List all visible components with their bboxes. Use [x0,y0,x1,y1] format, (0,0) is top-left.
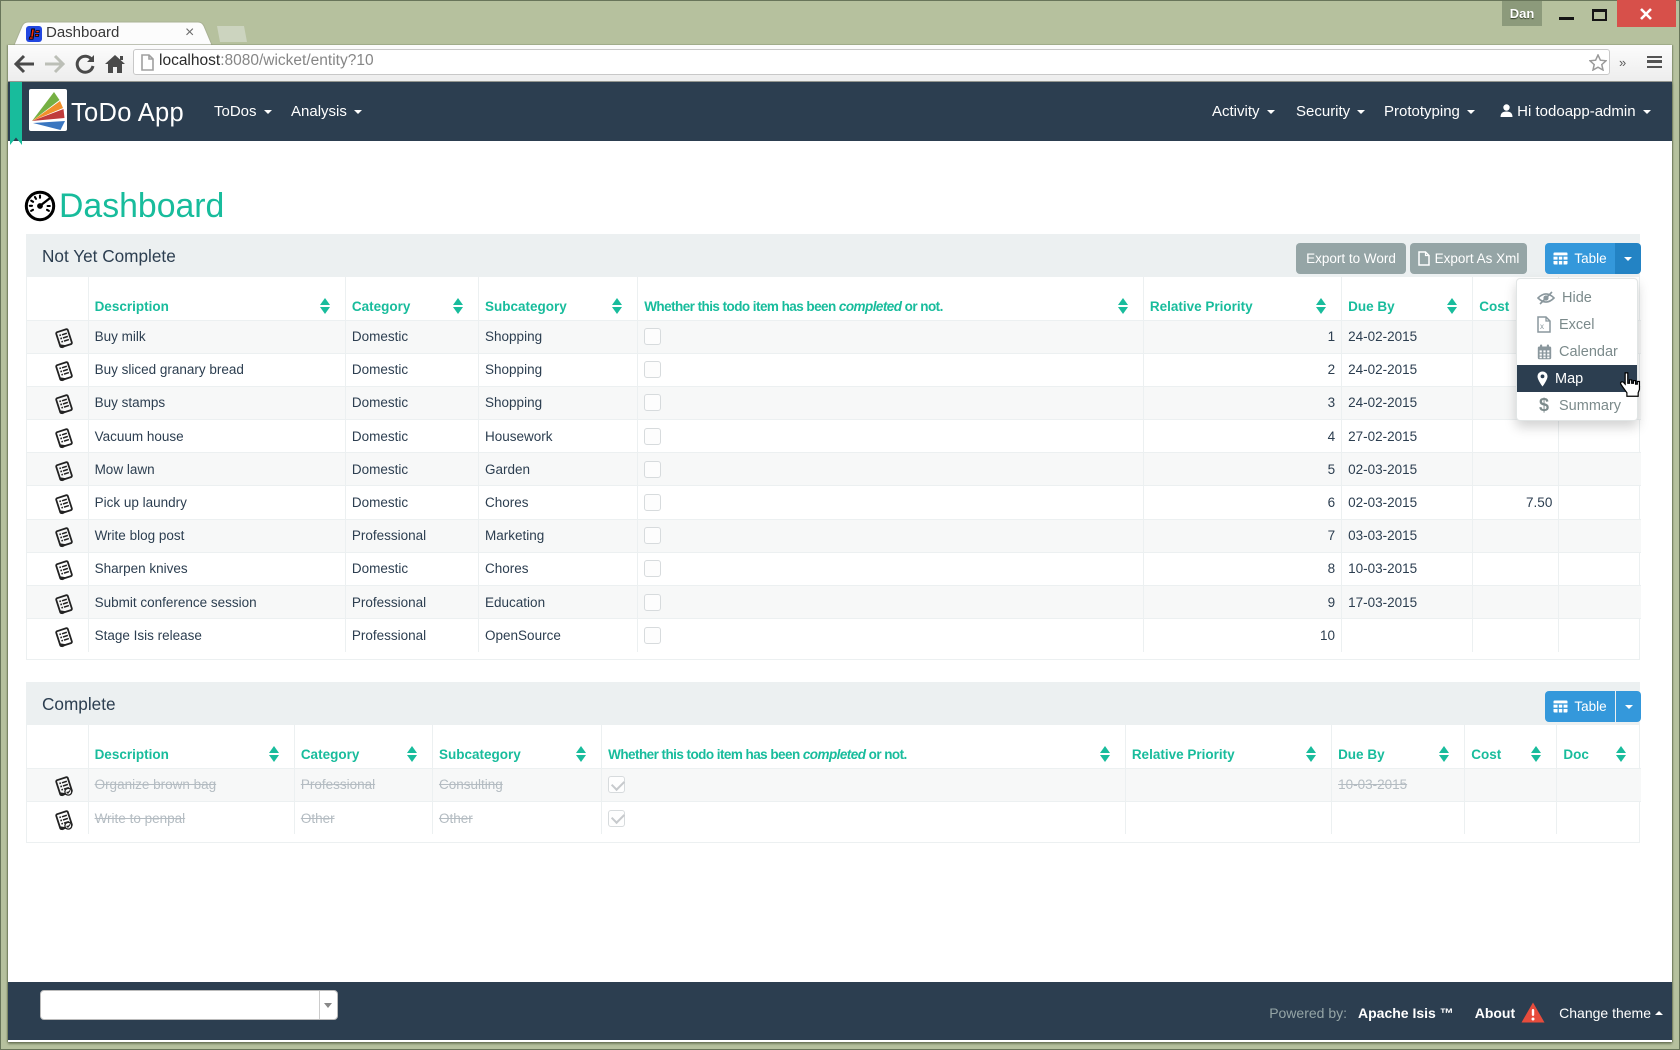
svg-text:x: x [1540,322,1544,331]
